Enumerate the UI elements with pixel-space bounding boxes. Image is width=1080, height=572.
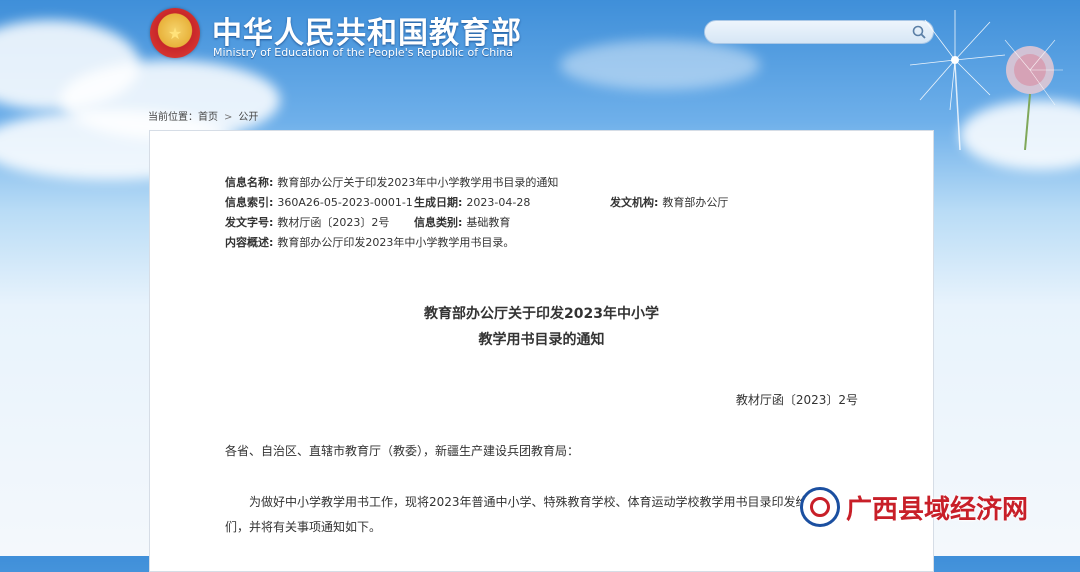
meta-index-row: 信息索引: 360A26-05-2023-0001-1 [225, 194, 413, 210]
meta-index-label: 信息索引: [225, 196, 274, 209]
meta-docno-row: 发文字号: 教材厅函〔2023〕2号 [225, 214, 389, 230]
meta-name-label: 信息名称: [225, 176, 274, 189]
document-title-line2: 教学用书目录的通知 [478, 332, 605, 348]
search-input[interactable] [715, 23, 909, 41]
breadcrumb: 当前位置：首页 > 公开 [148, 108, 258, 123]
meta-date-label: 生成日期: [414, 196, 463, 209]
meta-org-row: 发文机构: 教育部办公厅 [610, 194, 728, 210]
dandelion-decoration-icon [909, 10, 1063, 150]
document-title-line1: 教育部办公厅关于印发2023年中小学 [424, 306, 659, 322]
meta-summary-label: 内容概述: [225, 236, 274, 249]
meta-category-label: 信息类别: [414, 216, 463, 229]
watermark-text: 广西县域经济网 [846, 494, 1029, 525]
national-emblem-icon[interactable]: ★ [150, 8, 200, 58]
meta-summary-row: 内容概述: 教育部办公厅印发2023年中小学教学用书目录。 [225, 234, 514, 250]
breadcrumb-current-link[interactable]: 公开 [238, 112, 258, 123]
meta-date-row: 生成日期: 2023-04-28 [414, 194, 530, 210]
meta-name-value: 教育部办公厅关于印发2023年中小学教学用书目录的通知 [277, 176, 559, 189]
breadcrumb-separator: > [224, 112, 233, 123]
meta-summary-value: 教育部办公厅印发2023年中小学教学用书目录。 [277, 236, 515, 249]
meta-docno-value: 教材厅函〔2023〕2号 [277, 216, 390, 229]
meta-date-value: 2023-04-28 [466, 196, 531, 209]
watermark: 广西县域经济网 [800, 487, 1028, 527]
meta-category-value: 基础教育 [466, 216, 511, 229]
document-body-line2: 们，并将有关事项通知如下。 [225, 520, 382, 534]
meta-category-row: 信息类别: 基础教育 [414, 214, 510, 230]
emblem-star: ★ [167, 23, 183, 43]
document-body-line1: 为做好中小学教学用书工作，现将2023年普通中小学、特殊教育学校、体育运动学校教… [249, 495, 820, 509]
breadcrumb-label: 当前位置： [148, 112, 198, 123]
meta-docno-label: 发文字号: [225, 216, 274, 229]
watermark-logo-icon [800, 487, 840, 527]
breadcrumb-home-link[interactable]: 首页 [198, 112, 218, 123]
search-box[interactable] [704, 20, 934, 44]
meta-org-label: 发文机构: [610, 196, 659, 209]
cloud-decoration [560, 40, 760, 90]
document-salutation: 各省、自治区、直辖市教育厅（教委），新疆生产建设兵团教育局： [225, 444, 580, 458]
meta-name-row: 信息名称: 教育部办公厅关于印发2023年中小学教学用书目录的通知 [225, 174, 558, 190]
meta-index-value: 360A26-05-2023-0001-1 [277, 196, 413, 209]
site-subtitle: Ministry of Education of the People's Re… [213, 46, 513, 59]
meta-org-value: 教育部办公厅 [662, 196, 729, 209]
document-number: 教材厅函〔2023〕2号 [735, 393, 858, 407]
